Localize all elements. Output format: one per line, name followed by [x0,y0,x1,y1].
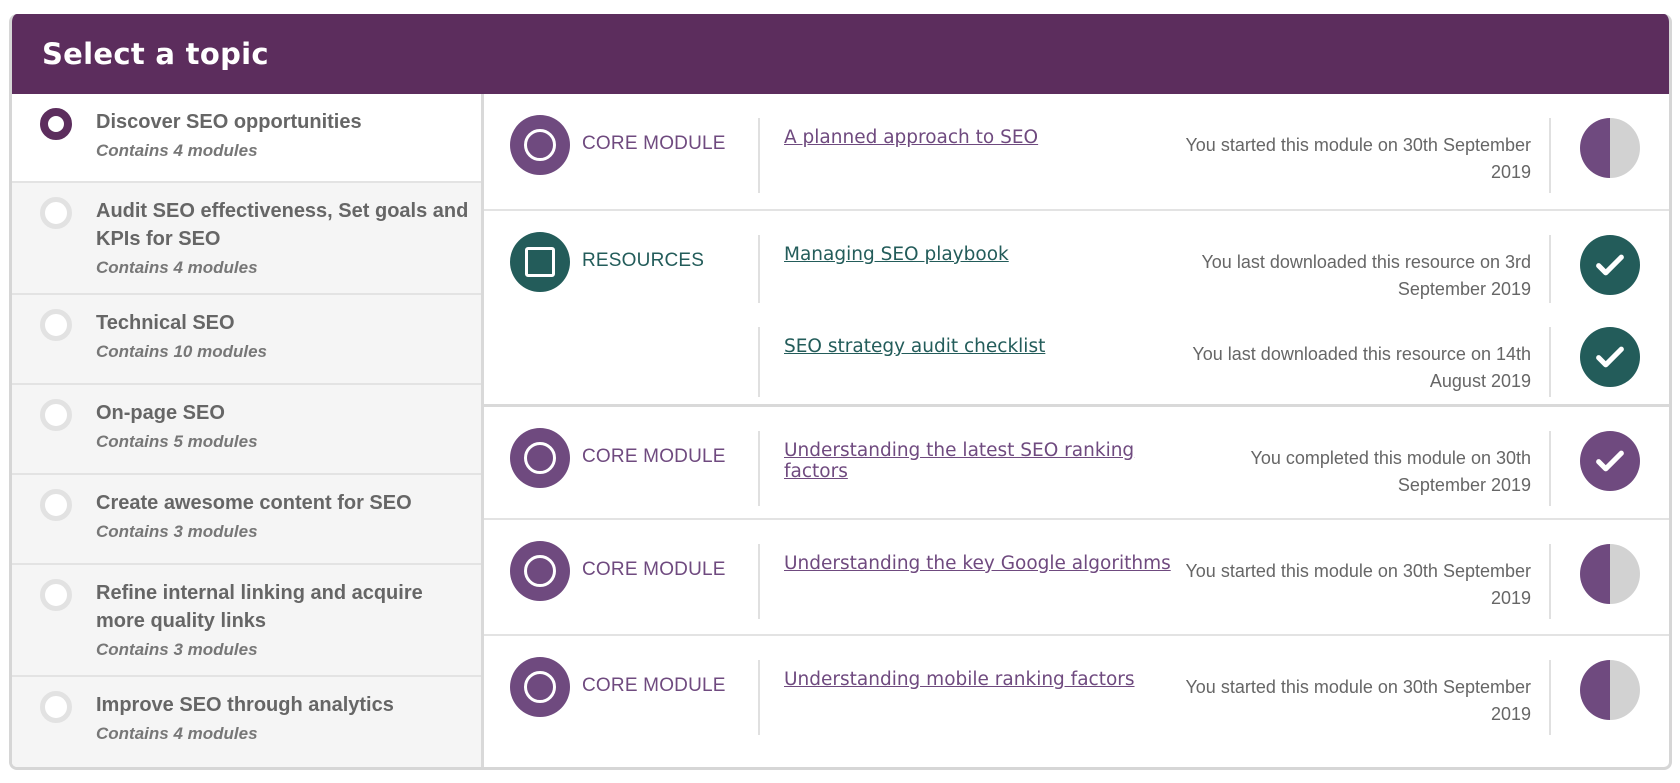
topic-sidebar: Discover SEO opportunities Contains 4 mo… [12,94,484,767]
resource-link[interactable]: SEO strategy audit checklist [784,336,1045,357]
topic-item-on-page-seo[interactable]: On-page SEO Contains 5 modules [12,385,481,475]
module-status: You started this module on 30th Septembe… [1185,135,1531,182]
topic-module-count: Contains 4 modules [96,724,258,743]
resource-status: You last downloaded this resource on 14t… [1192,344,1531,391]
topic-title: Improve SEO through analytics [96,694,394,716]
module-list: CORE MODULE A planned approach to SEO Yo… [484,94,1669,767]
core-module-icon [510,115,570,175]
topic-item-create-content[interactable]: Create awesome content for SEO Contains … [12,475,481,565]
check-icon [1580,327,1640,387]
module-status: You started this module on 30th Septembe… [1185,677,1531,724]
topic-item-discover-seo-opportunities[interactable]: Discover SEO opportunities Contains 4 mo… [12,94,481,183]
list-item: Understanding the key Google algorithms … [758,520,1669,631]
resource-link[interactable]: Managing SEO playbook [784,244,1009,265]
list-item: SEO strategy audit checklist You last do… [758,303,1669,409]
topic-title: Technical SEO [96,312,235,334]
topic-module-count: Contains 3 modules [96,640,258,659]
module-type-label: CORE MODULE [582,446,726,467]
module-status: You completed this module on 30th Septem… [1250,448,1531,495]
radio-unselected-icon[interactable] [40,579,72,611]
core-module-icon [510,657,570,717]
topic-module-count: Contains 10 modules [96,342,267,361]
module-type-label: RESOURCES [582,250,705,271]
topic-item-technical-seo[interactable]: Technical SEO Contains 10 modules [12,295,481,385]
module-row: CORE MODULE Understanding the latest SEO… [484,407,1669,520]
topic-item-internal-linking[interactable]: Refine internal linking and acquire more… [12,565,481,677]
panel-header: Select a topic [12,14,1669,94]
panel-title: Select a topic [42,37,269,71]
topic-module-count: Contains 3 modules [96,522,258,541]
topic-panel: Select a topic Discover SEO opportunitie… [9,14,1672,770]
list-item: A planned approach to SEO You started th… [758,94,1669,205]
core-module-icon [510,541,570,601]
topic-module-count: Contains 5 modules [96,432,258,451]
half-progress-icon [1580,544,1640,604]
half-progress-icon [1580,118,1640,178]
resource-icon [510,232,570,292]
module-row: CORE MODULE Understanding the key Google… [484,520,1669,636]
module-row: CORE MODULE A planned approach to SEO Yo… [484,94,1669,211]
topic-title: Refine internal linking and acquire more… [96,582,423,632]
module-status: You started this module on 30th Septembe… [1185,561,1531,608]
check-icon [1580,431,1640,491]
half-progress-icon [1580,660,1640,720]
topic-item-analytics[interactable]: Improve SEO through analytics Contains 4… [12,677,481,767]
topic-title: Create awesome content for SEO [96,492,412,514]
module-type-label: CORE MODULE [582,559,726,580]
resource-status: You last downloaded this resource on 3rd… [1201,252,1531,299]
list-item: Understanding the latest SEO ranking fac… [758,407,1669,518]
radio-unselected-icon[interactable] [40,309,72,341]
check-icon [1580,235,1640,295]
radio-unselected-icon[interactable] [40,489,72,521]
module-link[interactable]: Understanding mobile ranking factors [784,669,1135,690]
radio-unselected-icon[interactable] [40,197,72,229]
radio-unselected-icon[interactable] [40,399,72,431]
list-item: Managing SEO playbook You last downloade… [758,211,1669,303]
radio-selected-icon[interactable] [40,108,72,140]
list-item: Understanding mobile ranking factors You… [758,636,1669,747]
topic-title: Discover SEO opportunities [96,111,362,133]
topic-module-count: Contains 4 modules [96,141,258,160]
module-type-label: CORE MODULE [582,675,726,696]
core-module-icon [510,428,570,488]
module-link[interactable]: Understanding the latest SEO ranking fac… [784,440,1134,482]
topic-title: Audit SEO effectiveness, Set goals and K… [96,200,469,250]
module-row: CORE MODULE Understanding mobile ranking… [484,636,1669,756]
module-link[interactable]: Understanding the key Google algorithms [784,553,1171,574]
module-row: RESOURCES Managing SEO playbook You last… [484,211,1669,407]
topic-title: On-page SEO [96,402,225,424]
module-link[interactable]: A planned approach to SEO [784,127,1038,148]
topic-module-count: Contains 4 modules [96,258,258,277]
radio-unselected-icon[interactable] [40,691,72,723]
module-type-label: CORE MODULE [582,133,726,154]
topic-item-audit-seo[interactable]: Audit SEO effectiveness, Set goals and K… [12,183,481,295]
